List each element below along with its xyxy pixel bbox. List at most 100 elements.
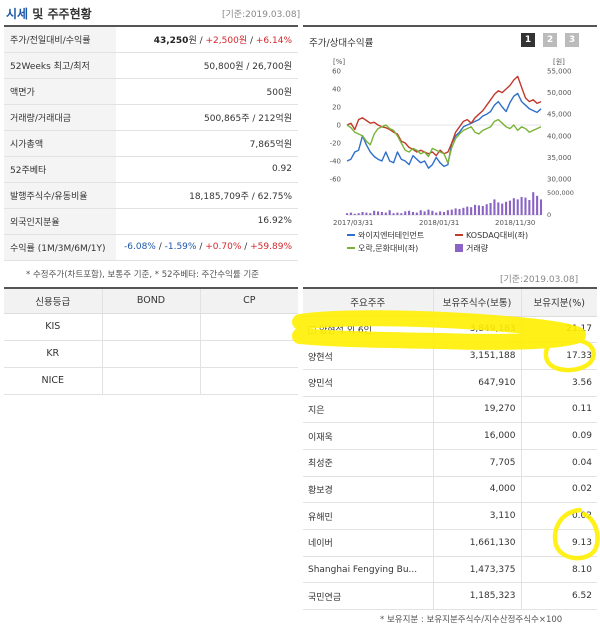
chart-panel: 주가/상대수익률 1 2 3 [%] [원] 60 40 20 0 -20 -40 -60 55,… (303, 25, 597, 262)
price-row: 외국인지분율 16.92% (4, 208, 298, 235)
volume-bar (516, 199, 519, 215)
shareholder-header: 보유주식수(보통) (432, 288, 521, 317)
credit-cp (199, 313, 298, 341)
credit-cp (199, 367, 298, 395)
stock-chart: [%] [원] 60 40 20 0 -20 -40 -60 55,000 50,000 45,000… (330, 57, 574, 253)
shareholder-name: Shanghai Fengying Bu... (303, 556, 433, 584)
volume-bar (427, 209, 430, 215)
volume-bar (400, 213, 403, 215)
shareholder-percent: 0.11 (520, 396, 597, 424)
credit-row: KR (4, 340, 298, 368)
shareholder-shares: 19,270 (432, 396, 521, 424)
volume-bar (419, 210, 422, 215)
left-tick-label: -60 (330, 176, 341, 184)
price-note: * 수정주가(차트포함), 보통주 기준, * 52주베타: 주간수익률 기준 (26, 270, 259, 280)
row-label: 발행주식수/유동비율 (4, 182, 116, 209)
shareholder-percent: 3.56 (520, 369, 597, 397)
row-label: 수익률 (1M/3M/6M/1Y) (4, 234, 116, 261)
credit-row: KIS (4, 313, 298, 341)
credit-header: 신용등급 (4, 288, 102, 314)
base-date: [기준:2019.03.08] (222, 10, 301, 20)
shareholder-name: 이재욱 (303, 422, 433, 450)
credit-bond (101, 313, 200, 341)
chart-page-3-button[interactable]: 3 (565, 33, 579, 47)
volume-bar (376, 211, 380, 215)
volume-bar (380, 212, 383, 215)
section-title: 시세 및 주주현황 (6, 7, 92, 21)
volume-bar (532, 192, 535, 215)
volume-bar (505, 201, 508, 215)
row-value: 500원 (116, 78, 298, 105)
collapse-toggle-icon[interactable]: - (308, 326, 316, 335)
left-tick-label: 40 (332, 86, 341, 94)
shareholder-header: 보유지분(%) (520, 288, 597, 317)
credit-header-row: 신용등급 BOND CP (4, 288, 298, 314)
shareholder-percent: 6.52 (520, 582, 597, 611)
shareholder-shares: 1,661,130 (432, 529, 521, 557)
right-tick-label: 30,000 (547, 176, 572, 184)
left-tick-label: -20 (330, 140, 341, 148)
price-info-table: 주가/전일대비/수익률 43,250원 / +2,500원 / +6.14% 5… (4, 25, 298, 261)
volume-bar (539, 199, 543, 215)
volume-bar (357, 213, 360, 215)
volume-bar (466, 206, 469, 215)
volume-tick-label: 0 (547, 211, 551, 219)
x-tick-label: 2018/11/30 (495, 219, 535, 227)
shareholder-row: Shanghai Fengying Bu... 1,473,375 8.10 (303, 556, 597, 584)
volume-bar (477, 205, 480, 215)
price-value: 43,250원 / +2,500원 / +6.14% (116, 26, 298, 53)
row-label: 거래량/거래대금 (4, 104, 116, 131)
shareholder-shares: 3,151,188 (432, 342, 521, 370)
shareholder-shares: 3,110 (432, 502, 521, 530)
volume-bar (373, 210, 376, 215)
row-label: 52주베타 (4, 156, 116, 183)
series-line (346, 118, 542, 164)
shareholder-shares: 7,705 (432, 449, 521, 477)
right-tick-label: 45,000 (547, 111, 572, 119)
shareholder-header: 주요주주 (303, 288, 433, 317)
shareholder-row: 지은 19,270 0.11 (303, 396, 597, 424)
volume-bar (462, 207, 465, 215)
legend-label: 오락,문화대비(좌) (358, 243, 418, 253)
price-row: 액면가 500원 (4, 78, 298, 105)
shareholder-percent: 0.02 (520, 502, 597, 530)
legend-label: 와이지엔터테인먼트 (358, 230, 424, 240)
volume-bar (489, 203, 492, 215)
volume-bar (481, 206, 484, 215)
row-value: 50,800원 / 26,700원 (116, 52, 298, 79)
legend-label: 거래량 (466, 243, 489, 253)
legend-swatch (455, 244, 463, 252)
price-row: 발행주식수/유동비율 18,185,709주 / 62.75% (4, 182, 298, 209)
shareholder-header-row: 주요주주 보유주식수(보통) 보유지분(%) (303, 288, 597, 317)
chart-page-2-button[interactable]: 2 (543, 33, 557, 47)
shareholder-shares: 4,000 (432, 476, 521, 504)
shareholder-row: 네이버 1,661,130 9.13 (303, 529, 597, 557)
shareholder-name: 유해민 (303, 502, 433, 530)
credit-bond (101, 367, 200, 395)
volume-bar (431, 210, 434, 215)
row-value: 16.92% (116, 208, 298, 235)
shareholder-percent: 0.02 (520, 476, 597, 504)
left-axis-unit: [%] (333, 58, 345, 66)
volume-bar (473, 204, 477, 215)
chart-title: 주가/상대수익률 (309, 38, 374, 49)
series-line (346, 75, 542, 157)
volume-bar (408, 210, 411, 215)
right-tick-label: 35,000 (547, 154, 572, 162)
shareholder-row: 유해민 3,110 0.02 (303, 502, 597, 530)
left-tick-label: 20 (332, 104, 341, 112)
row-value: 0.92 (116, 156, 298, 183)
shareholder-name: 양민석 (303, 369, 433, 397)
volume-bar (450, 209, 453, 215)
credit-header: CP (199, 288, 298, 314)
shareholder-name[interactable]: - 양현석 외 6인 (303, 316, 433, 344)
chart-page-1-button[interactable]: 1 (521, 33, 535, 47)
shareholder-percent: 0.09 (520, 422, 597, 450)
price-row: 수익률 (1M/3M/6M/1Y) -6.08% / -1.59% / +0.7… (4, 234, 298, 261)
row-value: 500,865주 / 212억원 (116, 104, 298, 131)
shareholder-base-date: [기준:2019.03.08] (500, 275, 579, 285)
shareholder-row-group[interactable]: - 양현석 외 6인 3,849,183 21.17 (303, 316, 597, 344)
volume-bar (446, 210, 449, 215)
left-tick-label: -40 (330, 158, 341, 166)
volume-bar (470, 207, 473, 215)
